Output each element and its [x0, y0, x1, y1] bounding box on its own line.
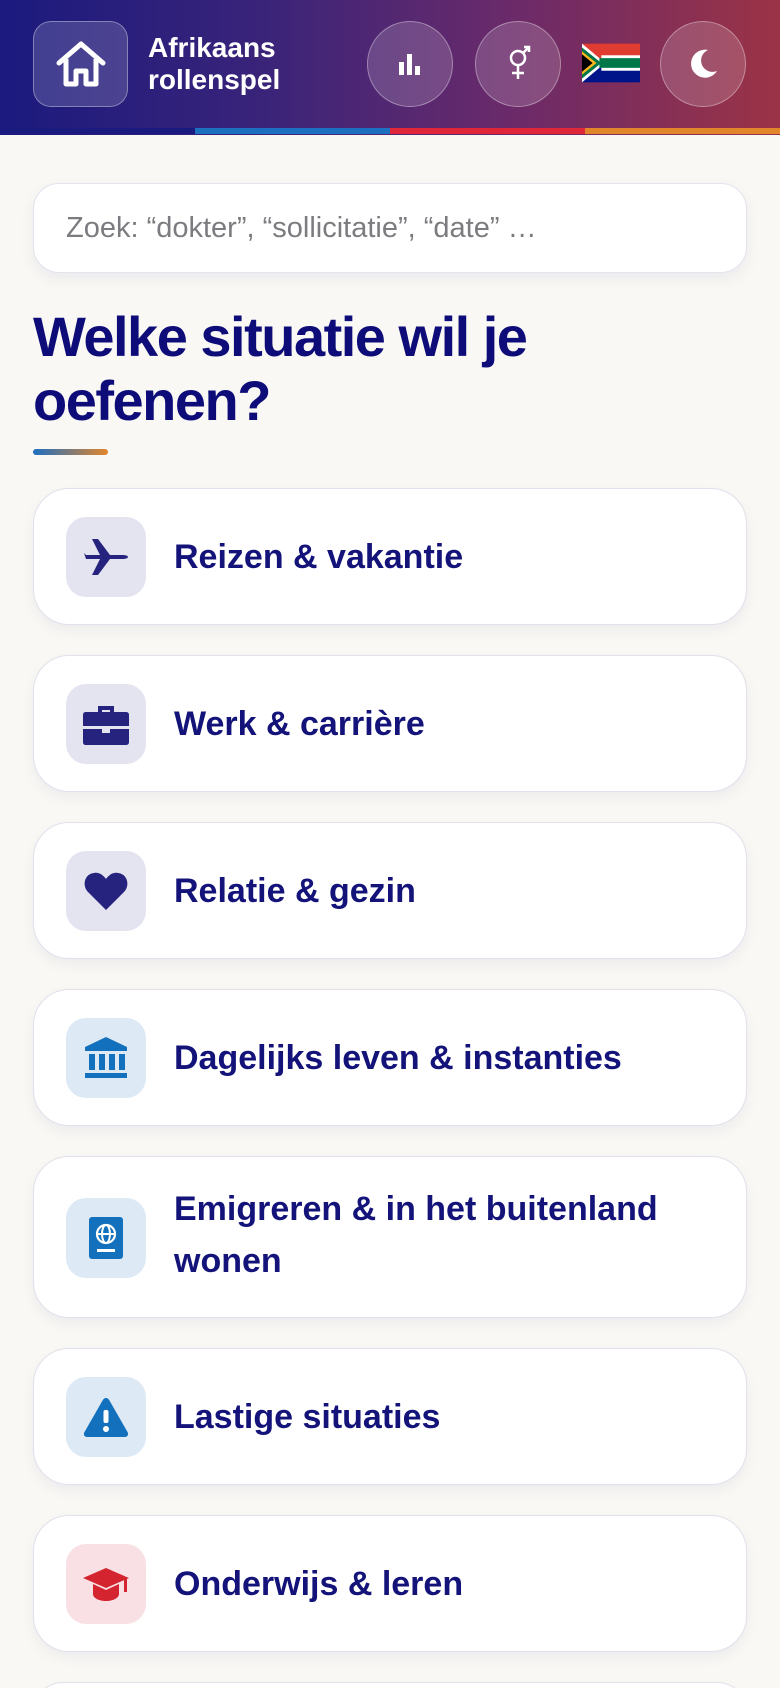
app-header: Afrikaans rollenspel [0, 0, 780, 135]
gender-icon [509, 45, 531, 79]
warning-icon [66, 1377, 146, 1457]
category-card-daily-life[interactable]: Dagelijks leven & instanties [33, 989, 747, 1126]
stripe-segment [585, 128, 780, 134]
category-card-difficult-situations[interactable]: Lastige situaties [33, 1348, 747, 1485]
gender-button[interactable] [475, 21, 561, 107]
category-label: Dagelijks leven & instanties [174, 1039, 622, 1077]
stripe-segment [195, 128, 390, 134]
category-card-emigration[interactable]: Emigreren & in het buitenland wonen [33, 1156, 747, 1318]
briefcase-icon [66, 684, 146, 764]
category-card-education[interactable]: Onderwijs & leren [33, 1515, 747, 1652]
category-card-next[interactable] [33, 1682, 747, 1688]
bar-chart-icon [399, 54, 420, 75]
header-color-stripe [0, 128, 780, 134]
category-label: Onderwijs & leren [174, 1565, 464, 1603]
search-input[interactable] [33, 183, 747, 273]
category-label: Relatie & gezin [174, 872, 416, 910]
stripe-segment [0, 128, 195, 134]
app-title-line1: Afrikaans [148, 32, 276, 63]
category-label: Werk & carrière [174, 705, 425, 743]
stats-button[interactable] [367, 21, 453, 107]
category-card-work[interactable]: Werk & carrière [33, 655, 747, 792]
bank-icon [66, 1018, 146, 1098]
theme-toggle-button[interactable] [660, 21, 746, 107]
airplane-icon [66, 517, 146, 597]
title-underline [33, 449, 108, 455]
language-flag-button[interactable] [580, 40, 642, 86]
category-label: Lastige situaties [174, 1398, 441, 1436]
home-icon [56, 41, 105, 87]
heart-icon [66, 851, 146, 931]
moon-icon [691, 49, 717, 78]
stripe-segment [390, 128, 585, 134]
category-card-relationship[interactable]: Relatie & gezin [33, 822, 747, 959]
graduation-cap-icon [66, 1544, 146, 1624]
home-button[interactable] [33, 21, 128, 107]
south-africa-flag-icon [582, 43, 640, 83]
category-card-travel[interactable]: Reizen & vakantie [33, 488, 747, 625]
category-label: Emigreren & in het buitenland wonen [174, 1190, 658, 1280]
app-title: Afrikaans rollenspel [148, 32, 348, 96]
passport-icon [66, 1198, 146, 1278]
page-title: Welke situatie wil je oefenen? [33, 305, 528, 432]
app-title-line2: rollenspel [148, 64, 281, 95]
category-label: Reizen & vakantie [174, 538, 464, 576]
